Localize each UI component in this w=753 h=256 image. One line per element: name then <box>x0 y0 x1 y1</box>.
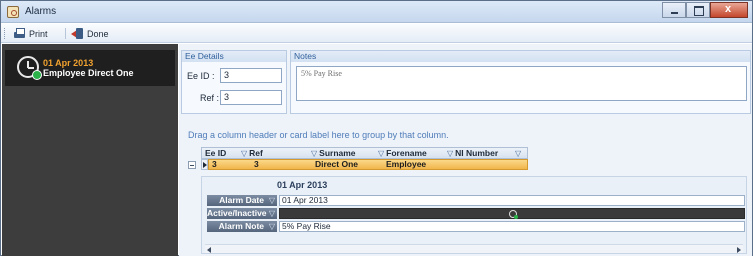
notes-field[interactable]: 5% Pay Rise <box>296 66 747 101</box>
notes-header: Notes <box>291 51 750 62</box>
card-label-alarm-note-text: Alarm Note <box>218 221 264 231</box>
column-header-forename[interactable]: ▽ Forename <box>378 148 427 158</box>
alarm-list-item[interactable]: 01 Apr 2013 Employee Direct One <box>5 50 175 86</box>
done-button[interactable]: Done <box>69 26 111 41</box>
alarm-item-date: 01 Apr 2013 <box>43 58 94 68</box>
column-header-forename-label: Forename <box>386 148 427 158</box>
column-header-ni-number-label: NI Number <box>455 148 499 158</box>
alarm-item-employee: Employee Direct One <box>43 68 134 78</box>
done-label: Done <box>87 28 109 39</box>
column-header-ref-label: Ref <box>249 148 263 158</box>
cell-ee-id: 3 <box>212 159 217 169</box>
toolbar: Print Done <box>1 24 752 43</box>
card-value-active[interactable] <box>279 208 745 219</box>
close-button[interactable] <box>710 2 748 18</box>
exit-door-icon <box>71 28 84 39</box>
window-controls <box>662 2 748 19</box>
cell-forename: Employee <box>386 159 427 169</box>
active-alarm-icon <box>509 210 518 219</box>
horizontal-scrollbar[interactable] <box>205 244 743 253</box>
print-label: Print <box>29 28 48 39</box>
maximize-button[interactable] <box>686 2 710 18</box>
window-title: Alarms <box>25 6 57 17</box>
ee-details-header: Ee Details <box>182 51 286 62</box>
filter-icon[interactable]: ▽ <box>269 195 275 206</box>
column-header-surname[interactable]: ▽ Surname <box>311 148 356 158</box>
column-header-extra-filter[interactable]: ▽ <box>515 148 523 158</box>
column-header-ref[interactable]: ▽ Ref <box>241 148 263 158</box>
card-label-active[interactable]: Active/Inactive : ▽ <box>207 208 277 229</box>
card-value-alarm-date[interactable]: 01 Apr 2013 <box>279 195 745 206</box>
scroll-right-icon[interactable] <box>737 247 741 253</box>
card-value-alarm-note[interactable]: 5% Pay Rise <box>279 221 745 232</box>
column-header-ee-id[interactable]: Ee ID <box>205 148 226 158</box>
filter-icon[interactable]: ▽ <box>378 149 384 158</box>
ref-field[interactable]: 3 <box>220 90 282 105</box>
cell-ref: 3 <box>254 159 259 169</box>
active-status-icon <box>32 70 42 80</box>
filter-icon[interactable]: ▽ <box>269 208 275 219</box>
record-card: 01 Apr 2013 Alarm Date ▽ 01 Apr 2013 Act… <box>201 176 747 254</box>
ee-details-group: Ee Details Ee ID : 3 Ref : 3 <box>181 50 287 114</box>
filter-icon[interactable]: ▽ <box>447 149 453 158</box>
print-button[interactable]: Print <box>11 26 50 41</box>
row-indicator-arrow-icon <box>201 159 208 170</box>
table-row[interactable]: 3 3 Direct One Employee <box>208 159 528 170</box>
collapse-row-icon[interactable] <box>188 161 196 169</box>
grid-column-header: Ee ID ▽ Ref ▽ Surname ▽ Forename ▽ NI Number… <box>201 147 528 159</box>
filter-icon[interactable]: ▽ <box>269 221 275 232</box>
scroll-left-icon[interactable] <box>207 247 211 253</box>
column-header-surname-label: Surname <box>319 148 356 158</box>
card-label-alarm-date-text: Alarm Date <box>219 195 264 205</box>
card-label-alarm-note[interactable]: Alarm Note ▽ <box>207 221 277 232</box>
toolbar-separator <box>65 28 66 39</box>
ee-id-field[interactable]: 3 <box>220 68 282 83</box>
filter-icon[interactable]: ▽ <box>241 149 247 158</box>
alarm-app-icon <box>7 6 19 18</box>
notes-group: Notes 5% Pay Rise <box>290 50 751 114</box>
column-header-ni-number[interactable]: ▽ NI Number <box>447 148 498 158</box>
card-label-alarm-date[interactable]: Alarm Date ▽ <box>207 195 277 206</box>
filter-icon[interactable]: ▽ <box>311 149 317 158</box>
card-title: 01 Apr 2013 <box>277 180 328 190</box>
alarm-list-pane: 01 Apr 2013 Employee Direct One <box>2 44 178 256</box>
cell-surname: Direct One <box>315 159 358 169</box>
minimize-button[interactable] <box>662 2 686 18</box>
group-by-hint[interactable]: Drag a column header or card label here … <box>188 130 449 140</box>
alarms-window: Alarms Print Done 01 Apr 2013 Employee D… <box>0 0 753 256</box>
title-bar[interactable]: Alarms <box>1 1 752 23</box>
detail-pane: Ee Details Ee ID : 3 Ref : 3 Notes 5% Pa… <box>179 44 752 256</box>
printer-icon <box>13 28 26 39</box>
toolbar-grip[interactable] <box>4 28 6 39</box>
filter-icon[interactable]: ▽ <box>515 149 521 158</box>
ref-label: Ref : <box>200 93 220 103</box>
ee-id-label: Ee ID : <box>187 71 215 81</box>
